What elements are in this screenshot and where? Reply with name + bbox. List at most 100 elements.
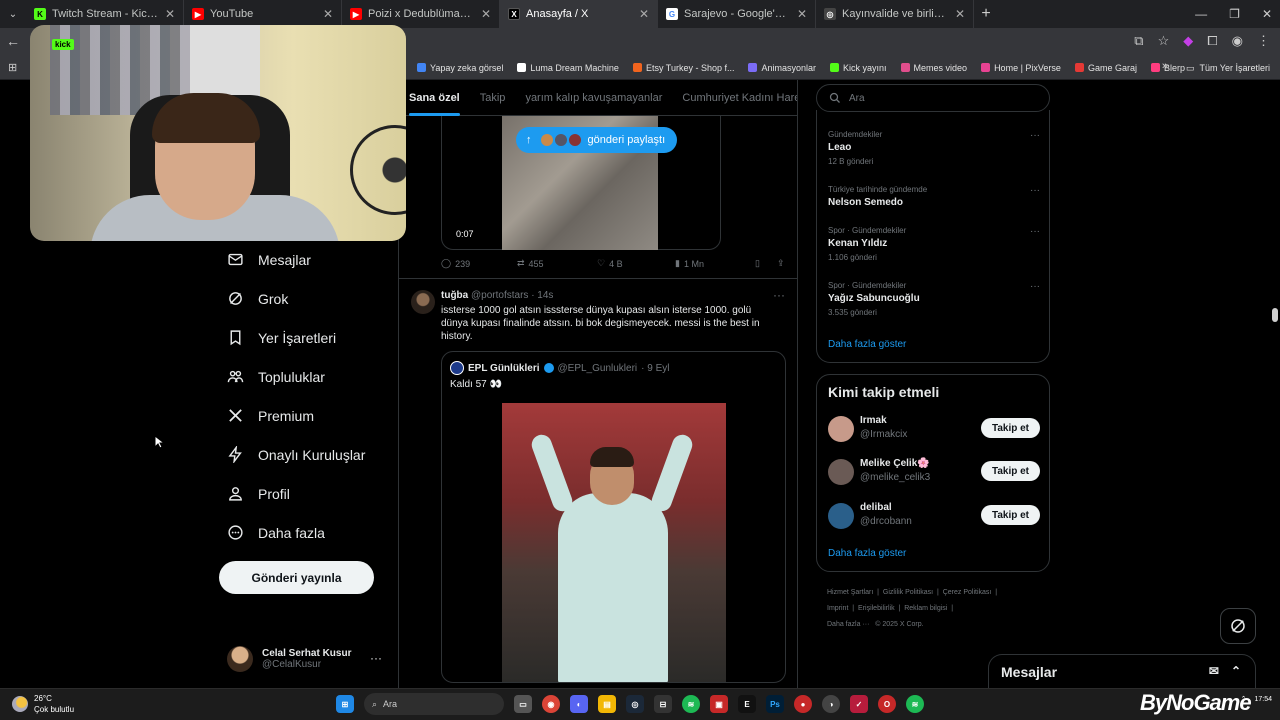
sidebar-item-profile[interactable]: Profil [218, 474, 388, 513]
account-switcher[interactable]: Celal Serhat Kusur @CelalKusur ··· [227, 644, 387, 674]
menu-dots-icon[interactable]: ⋮ [1257, 33, 1270, 49]
bookmark-item[interactable]: Animasyonlar [741, 63, 823, 73]
footer-more-link[interactable]: Daha fazla ··· [827, 621, 869, 628]
quoted-tweet[interactable]: EPL Günlükleri @EPL_Gunlukleri · 9 Eyl K… [441, 351, 786, 683]
follow-button[interactable]: Takip et [981, 505, 1040, 525]
repost-button[interactable]: ⇄ 455 [517, 258, 597, 269]
sidebar-item-bookmarks[interactable]: Yer İşaretleri [218, 318, 388, 357]
bookmark-item[interactable]: Home | PixVerse [974, 63, 1068, 73]
app-icon[interactable]: ▣ [710, 695, 728, 713]
windows-start-icon[interactable]: ⊞ [336, 695, 354, 713]
browser-tab[interactable]: ◎ Kayınvalide ve birlikte kaçtığı d ✕ [816, 0, 974, 28]
footer-link[interactable]: Reklam bilgisi [904, 605, 947, 612]
profile-icon[interactable]: ◉ [1232, 33, 1243, 49]
photoshop-icon[interactable]: Ps [766, 695, 784, 713]
messages-drawer[interactable]: Mesajlar ✉ ⌃ [988, 654, 1256, 688]
tweet-author-handle[interactable]: @portofstars [471, 290, 528, 301]
tweet-more-icon[interactable]: ··· [773, 288, 785, 302]
chrome-icon[interactable]: ◉ [542, 695, 560, 713]
like-button[interactable]: ♡ 4 B [597, 258, 675, 269]
tweet-time[interactable]: · 14s [531, 290, 553, 301]
browser-tab[interactable]: ▶ YouTube ✕ [184, 0, 342, 28]
footer-link[interactable]: Gizlilik Politikası [883, 589, 933, 596]
new-tab-button[interactable]: + [974, 5, 998, 23]
browser-tab-active[interactable]: X Anasayfa / X ✕ [500, 0, 658, 28]
footer-link[interactable]: Hizmet Şartları [827, 589, 873, 596]
page-scrollbar[interactable] [1272, 308, 1278, 322]
app-icon[interactable]: ⊟ [654, 695, 672, 713]
tab-for-you[interactable]: Sana özel [399, 80, 470, 116]
install-icon[interactable]: ⧉ [1134, 33, 1143, 49]
new-posts-pill[interactable]: ↑ gönderi paylaştı [516, 127, 678, 153]
follow-suggestion[interactable]: delibal @drcobann Takip et [828, 502, 1040, 532]
taskbar-search[interactable]: ⌕ Ara [364, 693, 504, 715]
app-icon[interactable]: ✓ [850, 695, 868, 713]
browser-tab[interactable]: K Twitch Stream - Kick Dashboard ✕ [26, 0, 184, 28]
puzzle-icon[interactable]: ⧠ [1207, 33, 1217, 49]
bookmark-button[interactable]: ▯ [755, 258, 777, 269]
search-input[interactable]: Ara [816, 84, 1050, 112]
app-icon[interactable]: ● [794, 695, 812, 713]
more-dots-icon[interactable]: ··· [1030, 130, 1040, 141]
clock[interactable]: 17:54 [1254, 696, 1272, 703]
epic-games-icon[interactable]: E [738, 695, 756, 713]
maximize-icon[interactable]: ❐ [1229, 7, 1240, 21]
compose-message-icon[interactable]: ✉ [1209, 664, 1219, 678]
extension-icon[interactable]: ◆ [1183, 33, 1193, 49]
sidebar-item-verified-orgs[interactable]: Onaylı Kuruluşlar [218, 435, 388, 474]
file-explorer-icon[interactable]: ▤ [598, 695, 616, 713]
chevron-up-icon[interactable]: ⌃ [1231, 664, 1241, 678]
trend-item[interactable]: Gündemdekiler Leao 12 B gönderi ··· [828, 130, 1040, 166]
bookmark-item[interactable]: Luma Dream Machine [510, 63, 626, 73]
close-tab-icon[interactable]: ✕ [165, 7, 175, 21]
more-dots-icon[interactable]: ··· [1030, 226, 1040, 237]
footer-link[interactable]: Imprint [827, 605, 848, 612]
close-tab-icon[interactable]: ✕ [955, 7, 965, 21]
bookmark-item[interactable]: Memes video [894, 63, 975, 73]
tab-search-icon[interactable]: ⌄ [0, 9, 26, 20]
more-dots-icon[interactable]: ··· [370, 651, 382, 665]
bookmarks-overflow-icon[interactable]: » [1162, 60, 1168, 72]
spotify-icon[interactable]: ≋ [906, 695, 924, 713]
footer-link[interactable]: Çerez Politikası [943, 589, 992, 596]
bookmark-item[interactable]: Game Garaj [1068, 63, 1144, 73]
sidebar-item-more[interactable]: Daha fazla [218, 513, 388, 552]
follow-suggestion[interactable]: Melike Çelik🌸 @melike_celik3 Takip et [828, 458, 1040, 488]
bookmark-item[interactable]: Yapay zeka görsel [410, 63, 510, 73]
bookmark-item[interactable]: Etsy Turkey - Shop f... [626, 63, 742, 73]
back-icon[interactable]: ← [6, 33, 20, 49]
apps-grid-icon[interactable]: ⊞ [8, 61, 17, 74]
more-dots-icon[interactable]: ··· [1030, 185, 1040, 196]
weather-widget[interactable]: 26°C Çok bulutlu [12, 693, 74, 715]
spotify-icon[interactable]: ≋ [682, 695, 700, 713]
close-tab-icon[interactable]: ✕ [797, 7, 807, 21]
follow-button[interactable]: Takip et [981, 418, 1040, 438]
trend-item[interactable]: Türkiye tarihinde gündemde Nelson Semedo… [828, 185, 1040, 208]
show-more-follow-link[interactable]: Daha fazla göster [828, 548, 906, 559]
follow-button[interactable]: Takip et [981, 461, 1040, 481]
follow-suggestion[interactable]: Irmak @Irmakcix Takip et [828, 415, 1040, 445]
sidebar-item-communities[interactable]: Topluluklar [218, 357, 388, 396]
discord-icon[interactable]: ◐ [570, 695, 588, 713]
browser-tab[interactable]: G Sarajevo - Google'da Ara ✕ [658, 0, 816, 28]
views-button[interactable]: ▮ 1 Mn [675, 258, 755, 269]
close-tab-icon[interactable]: ✕ [639, 7, 649, 21]
show-more-trends-link[interactable]: Daha fazla göster [828, 339, 906, 350]
close-window-icon[interactable]: ✕ [1262, 7, 1272, 21]
browser-tab[interactable]: ▶ Poizi x Dedublüman - GAMZEDE ✕ [342, 0, 500, 28]
app-icon[interactable]: ◑ [822, 695, 840, 713]
trend-item[interactable]: Spor · Gündemdekiler Yağız Sabuncuoğlu 3… [828, 281, 1040, 317]
tab-list-1[interactable]: yarım kalıp kavuşamayanlar [515, 80, 672, 116]
grok-floating-button[interactable] [1220, 608, 1256, 644]
close-tab-icon[interactable]: ✕ [323, 7, 333, 21]
opera-icon[interactable]: O [878, 695, 896, 713]
close-tab-icon[interactable]: ✕ [481, 7, 491, 21]
post-button[interactable]: Gönderi yayınla [219, 561, 374, 594]
star-icon[interactable]: ☆ [1158, 33, 1170, 49]
minimize-icon[interactable]: — [1195, 7, 1207, 21]
trend-item[interactable]: Spor · Gündemdekiler Kenan Yıldız 1.106 … [828, 226, 1040, 262]
tab-following[interactable]: Takip [470, 80, 516, 116]
bookmark-item[interactable]: Kick yayını [823, 63, 894, 73]
task-view-icon[interactable]: ▭ [514, 695, 532, 713]
steam-icon[interactable]: ◎ [626, 695, 644, 713]
